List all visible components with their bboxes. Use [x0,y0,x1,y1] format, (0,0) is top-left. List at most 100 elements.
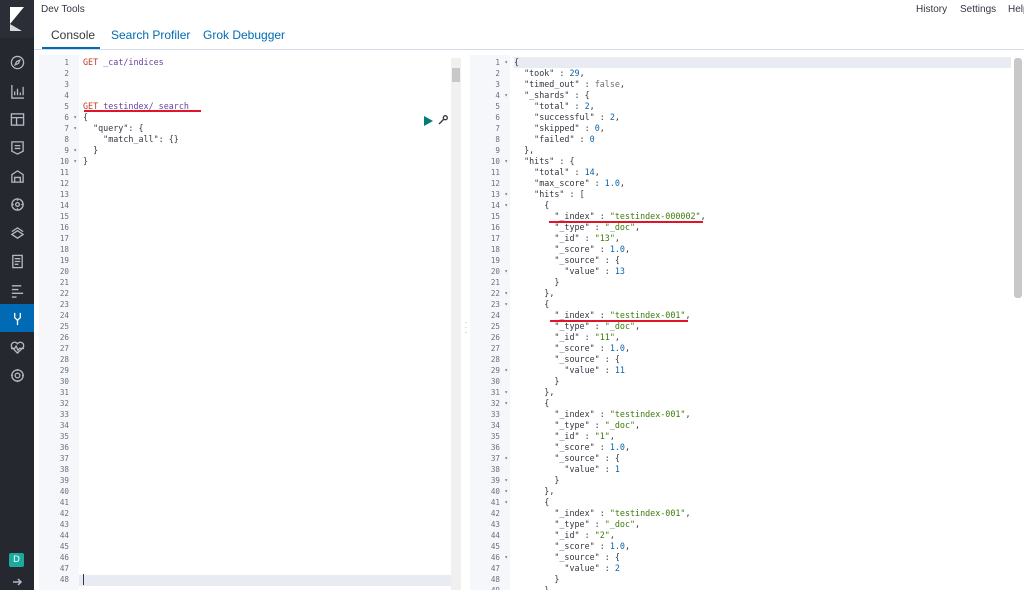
line-number[interactable]: 29 [470,365,510,376]
tab-console[interactable]: Console [51,28,95,42]
request-scrollbar[interactable] [451,58,461,590]
run-request-button[interactable] [423,113,434,126]
line-number: 43 [490,520,500,529]
response-code-line: "max_score" : 1.0, [534,178,625,188]
line-number: 34 [59,421,69,430]
line-number[interactable]: 7 [39,123,79,134]
request-code-line[interactable]: } [83,156,88,167]
line-number[interactable]: 46 [470,552,510,563]
response-code-line: "_type" : "_doc", [554,222,641,232]
line-number: 24 [490,311,500,320]
request-code-line[interactable]: } [83,145,98,156]
line-number: 29 [59,366,69,375]
machine-learning-icon[interactable] [0,190,34,218]
line-number: 8 [495,135,500,144]
settings-link[interactable]: Settings [960,4,996,15]
line-number: 28 [490,355,500,364]
line-number[interactable]: 13 [470,189,510,200]
line-number: 18 [490,245,500,254]
line-number[interactable]: 32 [470,398,510,409]
line-number[interactable]: 1 [470,57,510,68]
line-number[interactable]: 10 [39,156,79,167]
line-number[interactable]: 41 [470,497,510,508]
line-number: 17 [59,234,69,243]
request-code-line[interactable]: GET _cat/indices [83,57,164,68]
dashboard-icon[interactable] [0,105,34,133]
line-number: 14 [59,201,69,210]
line-number: 39 [59,476,69,485]
discover-icon[interactable] [0,48,34,76]
response-code-line: "value" : 2 [564,563,620,573]
response-code-line: "_score" : 1.0, [554,442,631,452]
line-number: 37 [59,454,69,463]
line-number[interactable]: 10 [470,156,510,167]
line-number[interactable]: 6 [39,112,79,123]
line-number: 41 [59,498,69,507]
history-link[interactable]: History [916,4,947,15]
management-icon[interactable] [0,361,34,389]
line-number: 2 [64,69,69,78]
line-number[interactable]: 9 [39,145,79,156]
response-viewer[interactable]: 1234567891011121314151617181920212223242… [470,55,1024,590]
request-gutter: 1234567891011121314151617181920212223242… [39,55,79,590]
response-code-line: "_source" : { [554,354,620,364]
tab-grok-debugger[interactable]: Grok Debugger [203,28,285,42]
line-number[interactable]: 39 [470,475,510,486]
line-number[interactable]: 31 [470,387,510,398]
collapse-nav-icon[interactable] [0,576,34,590]
line-number: 27 [490,344,500,353]
request-code-line[interactable]: "query": { [83,123,143,134]
line-number: 7 [495,124,500,133]
response-code-line: "_type" : "_doc", [554,519,641,529]
line-number: 25 [490,322,500,331]
line-number[interactable]: 20 [470,266,510,277]
line-number: 38 [59,465,69,474]
kibana-logo[interactable] [0,0,34,38]
line-number: 42 [490,509,500,518]
line-number: 44 [490,531,500,540]
visualize-icon[interactable] [0,77,34,105]
response-code-line: "value" : 1 [564,464,620,474]
maps-icon[interactable] [0,162,34,190]
line-number[interactable]: 23 [470,299,510,310]
canvas-icon[interactable] [0,133,34,161]
response-code-line: } [554,376,560,386]
response-code-line: "skipped" : 0, [534,123,605,133]
apm-icon[interactable] [0,276,34,304]
response-code-line: "successful" : 2, [534,112,620,122]
line-number[interactable]: 14 [470,200,510,211]
panel-resizer[interactable]: · · · [464,319,468,337]
help-link[interactable]: Help [1008,4,1024,15]
line-number: 20 [59,267,69,276]
request-code-line[interactable]: "match_all": {} [83,134,179,145]
line-number[interactable]: 37 [470,453,510,464]
line-number: 19 [490,256,500,265]
response-code-line: "_score" : 1.0, [554,541,631,551]
request-scrollbar-thumb[interactable] [452,68,460,82]
line-number: 25 [59,322,69,331]
response-code-line: }, [544,585,555,590]
tab-search-profiler[interactable]: Search Profiler [111,28,190,42]
response-code-line: "_source" : { [554,255,620,265]
infrastructure-icon[interactable] [0,219,34,247]
line-number: 11 [59,168,69,177]
response-code-line: "total" : 14, [534,167,600,177]
line-number[interactable]: 22 [470,288,510,299]
response-code-line: "_source" : { [554,552,620,562]
line-number[interactable]: 4 [470,90,510,101]
response-code-line: "_id" : "2", [554,530,615,540]
response-gutter: 1234567891011121314151617181920212223242… [470,55,510,590]
response-code-line: "_source" : { [554,453,620,463]
user-avatar[interactable]: D [9,553,24,567]
response-scrollbar-thumb[interactable] [1014,58,1022,298]
response-code-line: "failed" : 0 [534,134,595,144]
line-number: 30 [59,377,69,386]
request-code-line[interactable]: { [83,112,88,123]
line-number[interactable]: 40 [470,486,510,497]
logs-icon[interactable] [0,247,34,275]
request-editor[interactable]: 1234567891011121314151617181920212223242… [39,55,462,590]
monitoring-icon[interactable] [0,333,34,361]
line-number: 6 [495,113,500,122]
dev-tools-icon[interactable] [0,304,34,332]
wrench-icon[interactable] [438,112,449,125]
